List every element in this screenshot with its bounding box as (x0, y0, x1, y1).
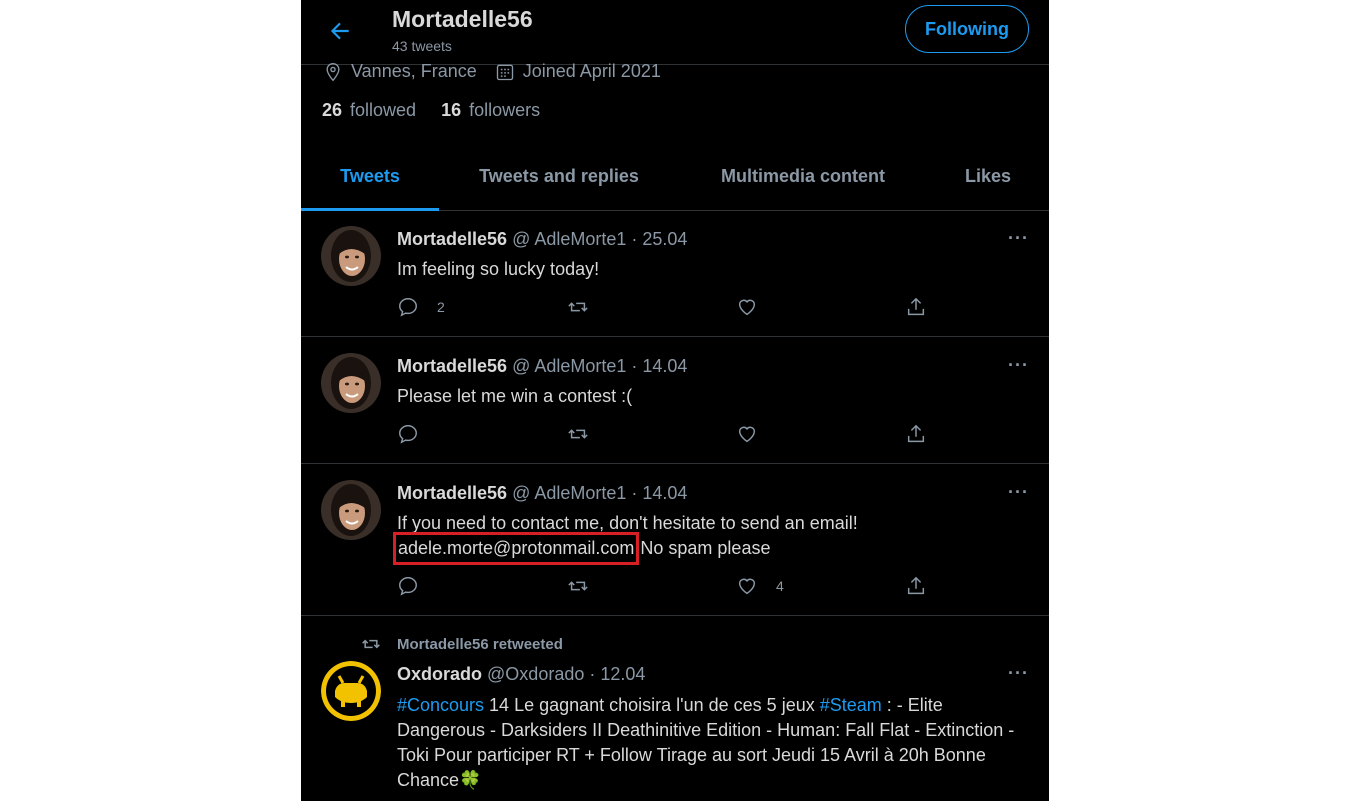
location-icon (326, 62, 340, 81)
tweet-count: 43 tweets (392, 38, 452, 54)
tab-tweets-and-replies[interactable]: Tweets and replies (439, 142, 679, 210)
tweet-handle[interactable]: @ AdleMorte1 (512, 356, 626, 376)
retweet-button[interactable] (566, 296, 590, 318)
like-count: 4 (776, 578, 784, 594)
tweet-date[interactable]: · 12.04 (589, 664, 645, 684)
share-icon (907, 424, 925, 443)
following-button[interactable]: Following (905, 5, 1029, 53)
tweet-handle[interactable]: @ AdleMorte1 (512, 229, 626, 249)
share-icon (907, 576, 925, 595)
retweet-label-text: Mortadelle56 retweeted (397, 635, 563, 653)
tweet-date[interactable]: · 14.04 (631, 483, 687, 503)
like-button[interactable]: 4 (736, 575, 784, 597)
more-icon[interactable]: ··· (1008, 663, 1029, 684)
avatar[interactable] (321, 661, 381, 721)
retweet-label: Mortadelle56 retweeted (359, 634, 563, 654)
tweet-text: Im feeling so lucky today! (397, 259, 600, 279)
tweet-author-name[interactable]: Mortadelle56 (397, 229, 507, 249)
tweet-date[interactable]: · 14.04 (631, 356, 687, 376)
reply-count: 2 (437, 299, 445, 315)
back-arrow-icon[interactable] (327, 18, 353, 44)
followed-label: followed (350, 100, 417, 120)
reply-icon (399, 425, 417, 444)
retweet-button[interactable] (566, 575, 590, 597)
tweet-text: #Concours 14 Le gagnant choisira l'un de… (397, 693, 1032, 793)
share-button[interactable] (905, 575, 927, 597)
tweet[interactable]: Mortadelle56 @ AdleMorte1 · 14.04 ··· Pl… (301, 337, 1049, 464)
followers-label: followers (469, 100, 541, 120)
tweet-author-name[interactable]: Mortadelle56 (397, 356, 507, 376)
like-icon (738, 426, 756, 443)
reply-button[interactable]: 2 (397, 296, 445, 318)
page-title: Mortadelle56 (392, 6, 533, 32)
calendar-icon (496, 64, 513, 80)
tab-tweets[interactable]: Tweets (301, 142, 439, 211)
more-icon[interactable]: ··· (1008, 228, 1029, 249)
tweet-header: Mortadelle56 @ AdleMorte1 · 14.04 (397, 356, 687, 377)
tweet-author-name[interactable]: Oxdorado (397, 664, 482, 684)
retweet-icon (568, 581, 588, 591)
tweet-actions (397, 423, 937, 447)
tweet[interactable]: Mortadelle56 @ AdleMorte1 · 25.04 ··· Im… (301, 211, 1049, 337)
tweet-date[interactable]: · 25.04 (631, 229, 687, 249)
followers-link[interactable]: 16 followers (441, 100, 540, 121)
tweet-header: Oxdorado @Oxdorado · 12.04 (397, 664, 645, 685)
profile-timeline: Mortadelle56 43 tweets Following Vannes,… (301, 0, 1049, 801)
tweet-author-name[interactable]: Mortadelle56 (397, 483, 507, 503)
retweet-icon (568, 302, 588, 312)
profile-meta: Vannes, France Joined April 2021 (323, 61, 679, 82)
like-button[interactable] (736, 296, 776, 318)
tab-likes[interactable]: Likes (927, 142, 1049, 210)
more-icon[interactable]: ··· (1008, 482, 1029, 503)
avatar[interactable] (321, 353, 381, 413)
tweet-handle[interactable]: @ AdleMorte1 (512, 483, 626, 503)
retweet-button[interactable] (566, 423, 590, 445)
tweet[interactable]: Mortadelle56 @ AdleMorte1 · 14.04 ··· If… (301, 464, 1049, 616)
hashtag-link[interactable]: #Steam (820, 695, 882, 715)
followed-count: 26 (322, 100, 343, 120)
tweet-actions: 4 (397, 575, 937, 599)
tweet-text: Please let me win a contest :( (397, 386, 633, 406)
tweet-text-line: No spam please (640, 538, 771, 558)
profile-tabs: Tweets Tweets and replies Multimedia con… (301, 142, 1049, 211)
clover-emoji: 🍀 (459, 770, 482, 790)
retweet-icon (362, 639, 380, 649)
email-link[interactable]: adele.morte@protonmail.com (392, 532, 640, 565)
retweet-icon (568, 429, 588, 439)
share-button[interactable] (905, 296, 927, 318)
reply-button[interactable] (397, 575, 437, 597)
followers-count: 16 (441, 100, 462, 120)
like-icon (738, 578, 756, 595)
hashtag-link[interactable]: #Concours (397, 695, 484, 715)
avatar[interactable] (321, 226, 381, 286)
profile-joined: Joined April 2021 (522, 61, 661, 81)
like-icon (738, 299, 756, 316)
reply-icon (399, 298, 417, 317)
reply-button[interactable] (397, 423, 437, 445)
more-icon[interactable]: ··· (1008, 355, 1029, 376)
avatar[interactable] (321, 480, 381, 540)
tweet-handle[interactable]: @Oxdorado (487, 664, 584, 684)
followed-link[interactable]: 26 followed (322, 100, 416, 121)
tweet-text-line: If you need to contact me, don't hesitat… (397, 513, 858, 533)
profile-header: Mortadelle56 43 tweets Following (301, 0, 1049, 65)
profile-location: Vannes, France (351, 61, 477, 81)
tweet-text-segment: 14 Le gagnant choisira l'un de ces 5 jeu… (484, 695, 820, 715)
like-button[interactable] (736, 423, 776, 445)
share-icon (907, 297, 925, 316)
retweeted-tweet[interactable]: Mortadelle56 retweeted Oxdorado @Oxdorad… (301, 616, 1049, 801)
tweet-header: Mortadelle56 @ AdleMorte1 · 14.04 (397, 483, 687, 504)
reply-icon (399, 577, 417, 596)
tweet-text: If you need to contact me, don't hesitat… (392, 511, 1032, 565)
tweet-header: Mortadelle56 @ AdleMorte1 · 25.04 (397, 229, 687, 250)
profile-stats: 26 followed 16 followers (322, 100, 565, 121)
tweet-actions: 2 (397, 296, 937, 320)
share-button[interactable] (905, 423, 927, 445)
tab-multimedia-content[interactable]: Multimedia content (679, 142, 927, 210)
